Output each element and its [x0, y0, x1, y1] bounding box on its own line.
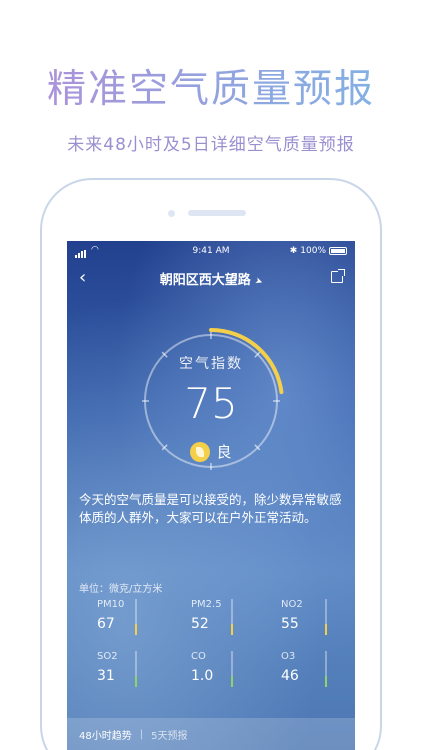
pollutant-level-bar	[135, 651, 137, 687]
pollutant-level-fill	[231, 676, 233, 687]
pollutant-name: PM2.5	[191, 599, 222, 610]
pollutant-value: 1.0	[191, 668, 214, 684]
tab-5day-forecast[interactable]: 5天预报	[151, 727, 187, 742]
pollutant-cell: NO2 55	[281, 599, 355, 643]
pollutant-level-fill	[135, 676, 137, 687]
aqi-level-text: 良	[216, 443, 232, 461]
pollutant-cell: O3 46	[281, 651, 355, 695]
pollutant-cell: CO 1.0	[191, 651, 287, 695]
leaf-icon	[190, 441, 211, 462]
pollutant-name: PM10	[97, 599, 125, 610]
pollutant-name: O3	[281, 651, 296, 662]
aqi-level: 良	[67, 441, 355, 462]
share-icon[interactable]	[331, 269, 345, 283]
pollutant-cell: PM2.5 52	[191, 599, 287, 643]
pollutant-level-bar	[231, 651, 233, 687]
unit-label: 单位：微克/立方米	[79, 584, 163, 595]
pollutant-level-bar	[325, 599, 327, 635]
pollutant-level-fill	[325, 676, 327, 687]
air-quality-description: 今天的空气质量是可以接受的，除少数异常敏感体质的人群外，大家可以在户外正常活动。	[79, 492, 342, 525]
bottom-tabs: 48小时趋势 | 5天预报	[67, 718, 355, 750]
pollutant-value: 31	[97, 668, 115, 684]
battery-icon	[329, 247, 347, 255]
pollutant-name: SO2	[97, 651, 118, 662]
gauge-label: 空气指数	[179, 356, 243, 372]
pollutant-level-bar	[325, 651, 327, 687]
pollutant-level-fill	[135, 624, 137, 635]
pollutant-cell: PM10 67	[97, 599, 193, 643]
pollutant-level-bar	[135, 599, 137, 635]
location-arrow-icon: ➤	[253, 276, 264, 288]
camera	[168, 210, 175, 217]
pollutant-value: 67	[97, 616, 115, 632]
status-bar: ◠ 9:41 AM ✱ 100%	[67, 245, 355, 259]
tab-48h-trend[interactable]: 48小时趋势	[79, 727, 132, 742]
speaker	[188, 210, 246, 216]
battery-percent: 100%	[300, 246, 326, 256]
pollutant-name: NO2	[281, 599, 303, 610]
location-title-text: 朝阳区西大望路	[159, 273, 251, 288]
app-screen: ◠ 9:41 AM ✱ 100% ‹ 朝阳区西大望路 ➤ 空气指数 75 良 今天…	[67, 241, 355, 750]
pollutant-value: 52	[191, 616, 209, 632]
pollutant-name: CO	[191, 651, 206, 662]
subline: 未来48小时及5日详细空气质量预报	[67, 135, 355, 155]
pollutant-value: 55	[281, 616, 299, 632]
pollutant-level-bar	[231, 599, 233, 635]
pollutant-level-fill	[231, 624, 233, 635]
location-title[interactable]: 朝阳区西大望路 ➤	[67, 269, 355, 288]
aqi-value: 75	[184, 379, 238, 428]
pollutant-value: 46	[281, 668, 299, 684]
tab-separator: |	[139, 728, 144, 740]
pollutant-level-fill	[325, 624, 327, 635]
headline: 精准空气质量预报	[0, 58, 422, 114]
nav-bar: ‹ 朝阳区西大望路 ➤	[67, 265, 355, 291]
status-right: ✱ 100%	[290, 246, 347, 256]
pollutant-cell: SO2 31	[97, 651, 193, 695]
bluetooth-icon: ✱	[289, 246, 298, 256]
